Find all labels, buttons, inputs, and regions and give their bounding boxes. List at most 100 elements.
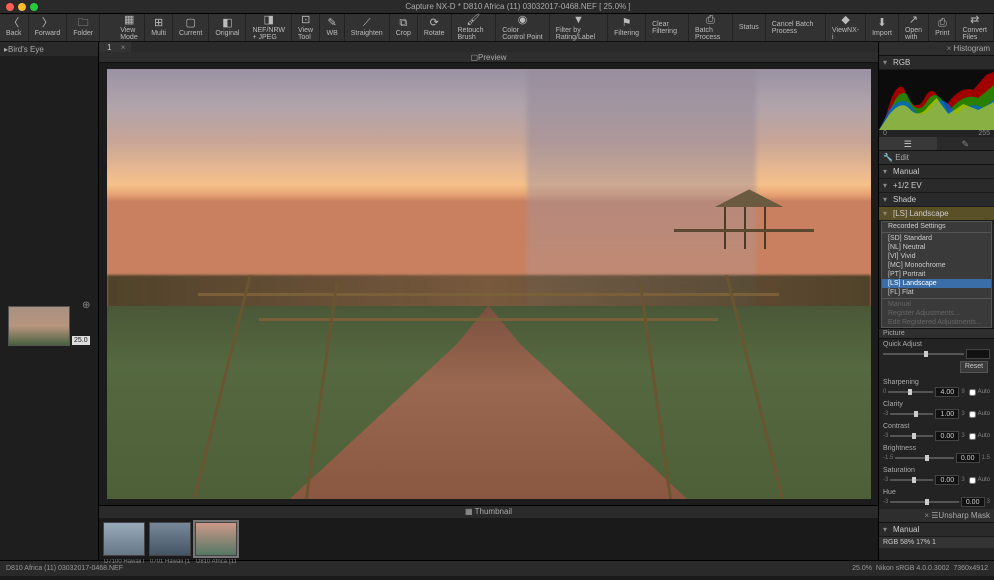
status-button[interactable]: Status [733,14,766,41]
filtering-icon: ⚑ [622,18,632,29]
histogram-mode[interactable]: ▾RGB [879,56,994,70]
maximize-icon[interactable] [30,3,38,11]
crop-button[interactable]: ⧉Crop [390,14,418,41]
back-button[interactable]: 〈Back [0,14,29,41]
quick-adjust-value[interactable] [966,349,990,359]
dd-manual[interactable]: Manual [882,300,991,309]
close-icon[interactable] [6,3,14,11]
sharpening-slider[interactable] [888,391,933,393]
brightness-slider[interactable] [895,457,953,459]
clarity-slider[interactable] [890,413,933,415]
print-button[interactable]: ⎙Print [929,14,956,41]
unsharp-value[interactable]: RGB 58% 17% 1 [879,537,994,548]
zoom-level[interactable]: 25.0 [72,336,90,345]
nefjpeg-button[interactable]: ◨NEF/NRW + JPEG [246,14,292,41]
filtering-button[interactable]: ⚑Filtering [608,14,646,41]
sharpening-value[interactable]: 4.00 [935,387,959,397]
reset-button[interactable]: Reset [960,361,988,373]
edit-ev-row[interactable]: ▾+1/2 EV [879,179,994,193]
center-column: 1× ▢ Preview ▦ Thumbnail D7100 Hawaii Hi… [99,42,878,560]
navigator-thumbnail[interactable] [8,306,70,346]
unsharp-manual-row[interactable]: ▾Manual [879,523,994,537]
dd-register[interactable]: Register Adjustments... [882,309,991,318]
batch-button[interactable]: ⎙Batch Process [689,14,733,41]
openwith-button[interactable]: ↗Open with [899,14,929,41]
tab-1[interactable]: 1× [99,42,131,52]
import-icon: ⬇ [877,18,886,29]
contrast-auto[interactable]: Auto [969,433,990,440]
quick-adjust-slider[interactable] [883,353,964,355]
status-zoom: 25.0% [852,565,872,572]
clearfilter-button[interactable]: Clear Filtering [646,14,689,41]
brightness-value[interactable]: 0.00 [956,453,980,463]
dd-flat[interactable]: [FL] Flat [882,288,991,297]
convert-button[interactable]: ⇄Convert Files [956,14,994,41]
tab-list-icon[interactable]: ☰ [879,137,937,150]
right-sidebar: × Histogram ▾RGB 0255 ☰ ✎ 🔧 Edit ▾Manual… [878,42,994,560]
saturation-auto[interactable]: Auto [969,477,990,484]
preview-header: ▢ Preview [99,52,878,63]
birds-eye-header[interactable]: ▸ Bird's Eye [0,42,98,56]
minimize-icon[interactable] [18,3,26,11]
cancelbatch-button[interactable]: Cancel Batch Process [766,14,826,41]
hue-section: Hue -30.003 [879,487,994,509]
filterby-button[interactable]: ▼Filter by Rating/Label [550,14,608,41]
edit-shade-row[interactable]: ▾Shade [879,193,994,207]
close-icon[interactable]: × [924,511,929,520]
viewnx-button[interactable]: ◆ViewNX-i [826,14,866,41]
current-button[interactable]: ▢Current [173,14,209,41]
zoom-in-icon[interactable]: ⊕ [82,300,90,311]
thumbnail-item[interactable]: D7100 Hawaii Hike (271)5 [103,522,145,556]
clarity-value[interactable]: 1.00 [935,409,959,419]
edit-manual-row[interactable]: ▾Manual [879,165,994,179]
picture-control-row[interactable]: ▾[LS] Landscape [879,207,994,221]
hue-slider[interactable] [890,501,958,503]
tab-edit-icon[interactable]: ✎ [937,137,994,150]
clarity-auto[interactable]: Auto [969,411,990,418]
close-icon[interactable]: × [947,44,952,53]
dd-standard[interactable]: [SD] Standard [882,234,991,243]
window-title: Capture NX-D * D810 Africa (11) 03032017… [48,2,988,11]
saturation-slider[interactable] [890,479,933,481]
thumbnail-item[interactable]: 0701 Hawaii (190) [149,522,191,556]
dd-monochrome[interactable]: [MC] Monochrome [882,261,991,270]
wb-button[interactable]: ✎WB [320,14,344,41]
dd-editreg[interactable]: Edit Registered Adjustments... [882,318,991,327]
colorctrl-button[interactable]: ◉Color Control Point [496,14,550,41]
close-tab-icon[interactable]: × [121,43,126,52]
rotate-button[interactable]: ⟳Rotate [418,14,452,41]
original-button[interactable]: ◧Original [209,14,246,41]
back-icon: 〈 [8,18,19,29]
dd-recorded[interactable]: Recorded Settings [882,222,991,231]
straighten-button[interactable]: ⟋Straighten [345,14,390,41]
viewtool-button[interactable]: ⊡View Tool [292,14,320,41]
unsharp-header[interactable]: × ☰ Unsharp Mask [879,509,994,523]
contrast-value[interactable]: 0.00 [935,431,959,441]
forward-button[interactable]: 〉Forward [29,14,68,41]
nefjpeg-icon: ◨ [264,15,274,26]
multi-button[interactable]: ⊞Multi [145,14,173,41]
saturation-value[interactable]: 0.00 [935,475,959,485]
import-button[interactable]: ⬇Import [866,14,899,41]
hue-value[interactable]: 0.00 [961,497,985,507]
histogram-header[interactable]: × Histogram [879,42,994,56]
image-canvas[interactable] [99,63,878,505]
dd-neutral[interactable]: [NL] Neutral [882,243,991,252]
dd-portrait[interactable]: [PT] Portrait [882,270,991,279]
contrast-slider[interactable] [890,435,933,437]
filter-icon: ▼ [573,15,584,26]
viewmode-button[interactable]: ▦View Mode [114,14,145,41]
print-icon: ⎙ [938,18,947,29]
straighten-icon: ⟋ [363,18,371,29]
sharpening-auto[interactable]: Auto [969,389,990,396]
dd-landscape[interactable]: [LS] Landscape [882,279,991,288]
current-icon: ▢ [185,18,195,29]
retouch-button[interactable]: 🖌Retouch Brush [452,14,497,41]
status-file: D810 Africa (11) 03032017-0468.NEF [6,565,123,572]
left-sidebar: ▸ Bird's Eye ⊕ 25.0 [0,42,99,560]
thumbnail-item[interactable]: D810 Africa (11) 0303 [195,522,237,556]
edit-header: 🔧 Edit [879,151,994,165]
dd-vivid[interactable]: [VI] Vivid [882,252,991,261]
folder-button[interactable]: 🗀Folder [67,14,100,41]
viewtool-icon: ⊡ [301,15,310,26]
